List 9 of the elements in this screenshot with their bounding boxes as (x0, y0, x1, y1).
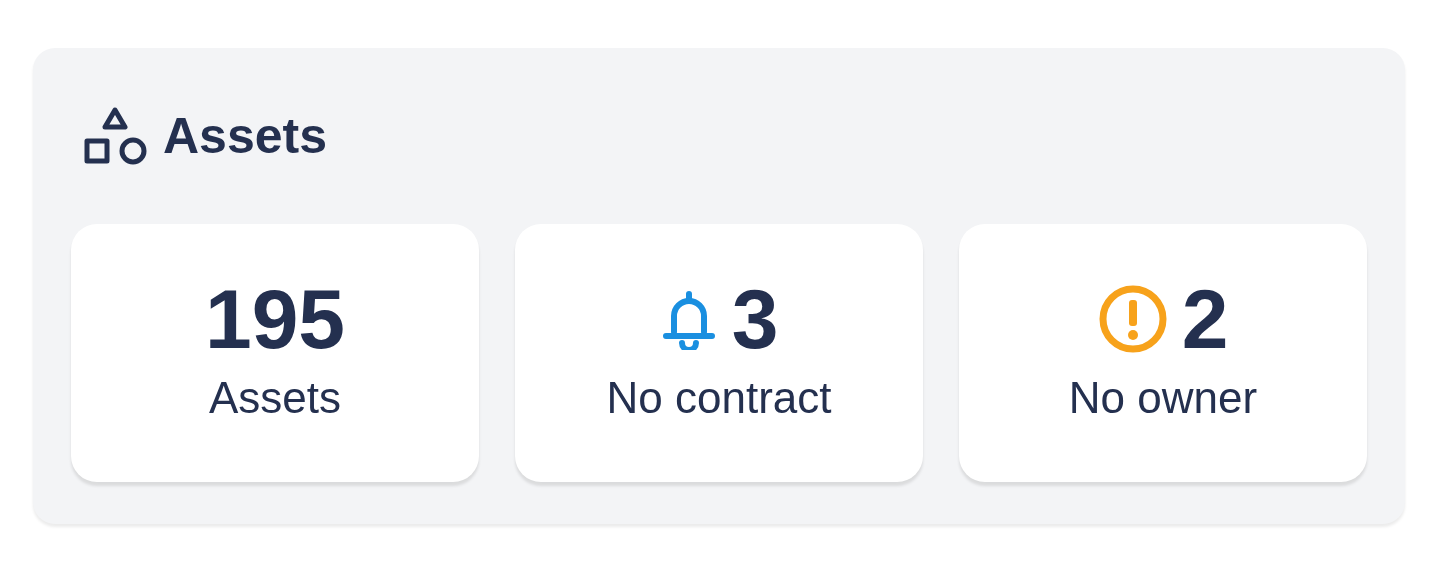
stat-value: 3 (731, 277, 779, 361)
shapes-icon (83, 105, 147, 167)
stat-label: Assets (208, 376, 341, 420)
panel-title: Assets (163, 111, 327, 161)
stat-value: 2 (1181, 277, 1229, 361)
stat-label: No contract (606, 376, 832, 420)
stat-value: 195 (204, 277, 346, 361)
stat-label: No owner (1068, 376, 1258, 420)
alert-icon (1097, 284, 1168, 354)
